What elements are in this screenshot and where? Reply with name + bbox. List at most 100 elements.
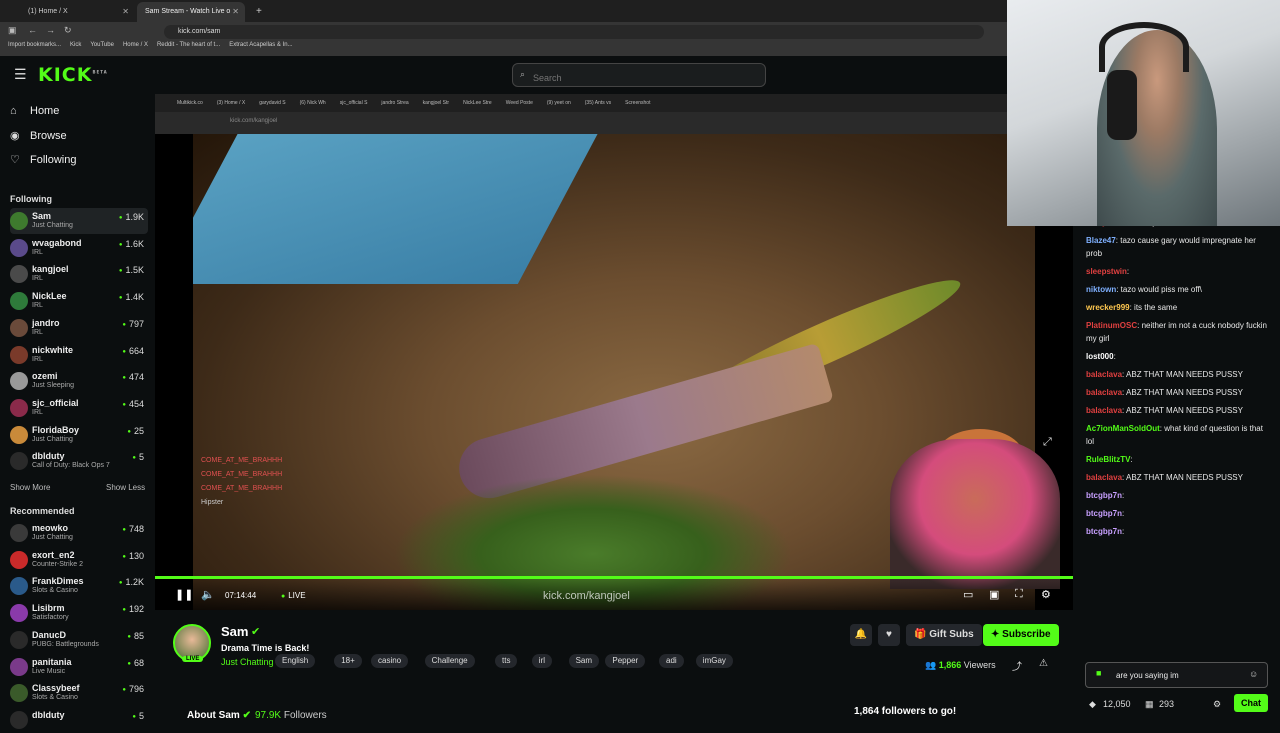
search-input[interactable]	[512, 63, 766, 87]
channel-category: Counter-Strike 2	[32, 560, 83, 568]
chat-username[interactable]: RuleBlitzTV	[1086, 455, 1130, 464]
address-bar[interactable]: kick.com/sam	[164, 25, 984, 39]
close-tab-icon[interactable]: ✕	[122, 7, 129, 16]
following-channel[interactable]: ozemiJust Sleeping 474	[10, 368, 148, 394]
menu-icon[interactable]: ☰	[14, 66, 27, 83]
stream-tag[interactable]: tts	[495, 654, 518, 668]
chat-username[interactable]: Ac7ionManSoldOut	[1086, 424, 1160, 433]
theater-mode-icon[interactable]: ▭	[963, 588, 973, 601]
slots-count[interactable]: 293	[1159, 699, 1174, 709]
nav-home[interactable]: ⌂ Home	[10, 105, 59, 117]
browser-tab-active[interactable]: Sam Stream - Watch Live o ✕	[137, 2, 245, 22]
following-channel[interactable]: SamJust Chatting 1.9K	[10, 208, 148, 234]
bookmark[interactable]: Import bookmarks...	[8, 42, 61, 48]
chat-settings-icon[interactable]: ⚙	[1213, 699, 1221, 710]
following-channel[interactable]: FloridaBoyJust Chatting 25	[10, 422, 148, 448]
fullscreen-icon[interactable]: ⛶	[1015, 588, 1023, 601]
following-channel[interactable]: dbldutyCall of Duty: Black Ops 7 5	[10, 448, 148, 474]
volume-icon[interactable]: 🔈	[201, 588, 215, 601]
gift-subs-button[interactable]: 🎁 Gift Subs	[906, 624, 982, 646]
close-tab-icon[interactable]: ✕	[232, 7, 239, 16]
stream-category[interactable]: Just Chatting	[221, 657, 274, 667]
emote-icon[interactable]: ☺	[1249, 669, 1258, 679]
browser-tab[interactable]: (1) Home / X ✕	[20, 2, 135, 22]
chat-username[interactable]: sleepstwin	[1086, 267, 1127, 276]
bookmark[interactable]: Kick	[70, 42, 81, 48]
stream-tag[interactable]: Sam	[568, 654, 600, 668]
back-icon[interactable]: ←	[28, 25, 37, 35]
streamer-webcam	[1007, 0, 1280, 226]
new-tab-button[interactable]: +	[250, 2, 270, 22]
chat-username[interactable]: btcgbp7n	[1086, 491, 1122, 500]
stream-tag[interactable]: Challenge	[424, 654, 475, 668]
recommended-channel[interactable]: LisibrmSatisfactory 192	[10, 600, 148, 626]
following-channel[interactable]: wvagabondIRL 1.6K	[10, 235, 148, 261]
share-icon[interactable]: ⤴	[1012, 658, 1022, 673]
inner-tab: (35) Ants vs	[584, 100, 612, 106]
recommended-channel[interactable]: meowkoJust Chatting 748	[10, 520, 148, 546]
chat-message: lost000:	[1086, 350, 1271, 363]
notification-bell-icon[interactable]: 🔔	[850, 624, 872, 646]
reload-icon[interactable]: ↻	[64, 25, 72, 36]
stream-tag[interactable]: English	[275, 654, 316, 668]
show-less-button[interactable]: Show Less	[106, 483, 145, 492]
forward-icon[interactable]: →	[46, 25, 55, 35]
recommended-channel[interactable]: FrankDimesSlots & Casino 1.2K	[10, 573, 148, 599]
pause-icon[interactable]: ❚❚	[175, 588, 193, 601]
pip-icon[interactable]: ▣	[989, 588, 999, 601]
recommended-channel[interactable]: exort_en2Counter-Strike 2 130	[10, 547, 148, 573]
live-indicator[interactable]: LIVE	[281, 591, 305, 600]
inner-address-bar: kick.com/kangjoel	[155, 112, 1073, 134]
show-more-button[interactable]: Show More	[10, 483, 50, 492]
chat-username[interactable]: PlatinumOSC	[1086, 321, 1137, 330]
following-channel[interactable]: sjc_officialIRL 454	[10, 395, 148, 421]
video-player[interactable]: Multikick.co (3) Home / X garydavid S (6) N…	[155, 94, 1073, 610]
chat-send-button[interactable]: Chat	[1234, 694, 1268, 712]
nav-browse[interactable]: ◉ Browse	[10, 129, 67, 142]
bookmark[interactable]: YouTube	[90, 42, 114, 48]
chat-username[interactable]: balaclava	[1086, 388, 1122, 397]
stream-tag[interactable]: 18+	[334, 654, 362, 668]
chat-username[interactable]: balaclava	[1086, 406, 1122, 415]
stream-tag[interactable]: adi	[659, 654, 684, 668]
report-icon[interactable]: ⚠	[1039, 658, 1048, 669]
following-channel[interactable]: nickwhiteIRL 664	[10, 342, 148, 368]
stream-tag[interactable]: Pepper	[605, 654, 646, 668]
recommended-channel[interactable]: ClassybeefSlots & Casino 796	[10, 680, 148, 706]
recommended-channel[interactable]: DanucDPUBG: Battlegrounds 85	[10, 627, 148, 653]
inner-tab: kangjoel Str	[422, 100, 450, 106]
chat-username[interactable]: Blaze47	[1086, 236, 1116, 245]
chat-message: btcgbp7n:	[1086, 525, 1271, 538]
following-channel[interactable]: NickLeeIRL 1.4K	[10, 288, 148, 314]
chat-text: :	[1122, 509, 1125, 518]
subscribe-button[interactable]: ✦ Subscribe	[983, 624, 1059, 646]
chat-username[interactable]: btcgbp7n	[1086, 509, 1122, 518]
stream-tag[interactable]: imGay	[695, 654, 733, 668]
bookmark[interactable]: Home / X	[123, 42, 148, 48]
recommended-channel[interactable]: panitaniaLive Music 68	[10, 654, 148, 680]
settings-icon[interactable]: ⚙	[1041, 588, 1051, 601]
following-channel[interactable]: jandroIRL 797	[10, 315, 148, 341]
chat-input[interactable]: are you saying im	[1085, 662, 1268, 688]
sidebar-toggle-icon[interactable]: ▣	[8, 25, 17, 36]
chat-username[interactable]: niktown	[1086, 285, 1116, 294]
expand-icon[interactable]: ⤢	[1043, 436, 1052, 449]
stream-tag[interactable]: casino	[371, 654, 409, 668]
following-channel[interactable]: kangjoelIRL 1.5K	[10, 261, 148, 287]
chat-username[interactable]: wrecker999	[1086, 303, 1130, 312]
streamer-name[interactable]: Sam	[221, 624, 248, 639]
chat-username[interactable]: btcgbp7n	[1086, 527, 1122, 536]
search-icon: ⌕	[520, 69, 526, 79]
chat-username[interactable]: balaclava	[1086, 370, 1122, 379]
kick-logo[interactable]: KICKBETA	[38, 64, 108, 86]
points-icon: ◆	[1089, 699, 1096, 709]
chat-username[interactable]: lost000	[1086, 352, 1114, 361]
nav-following[interactable]: ♡ Following	[10, 153, 76, 166]
bookmark[interactable]: Extract Acapellas & In...	[229, 42, 292, 48]
points-count[interactable]: 12,050	[1103, 699, 1131, 709]
follow-heart-icon[interactable]: ♥	[878, 624, 900, 646]
bookmark[interactable]: Reddit - The heart of t...	[157, 42, 220, 48]
stream-tag[interactable]: irl	[531, 654, 553, 668]
inner-tab: NickLee Stre	[463, 100, 492, 106]
chat-username[interactable]: balaclava	[1086, 473, 1122, 482]
